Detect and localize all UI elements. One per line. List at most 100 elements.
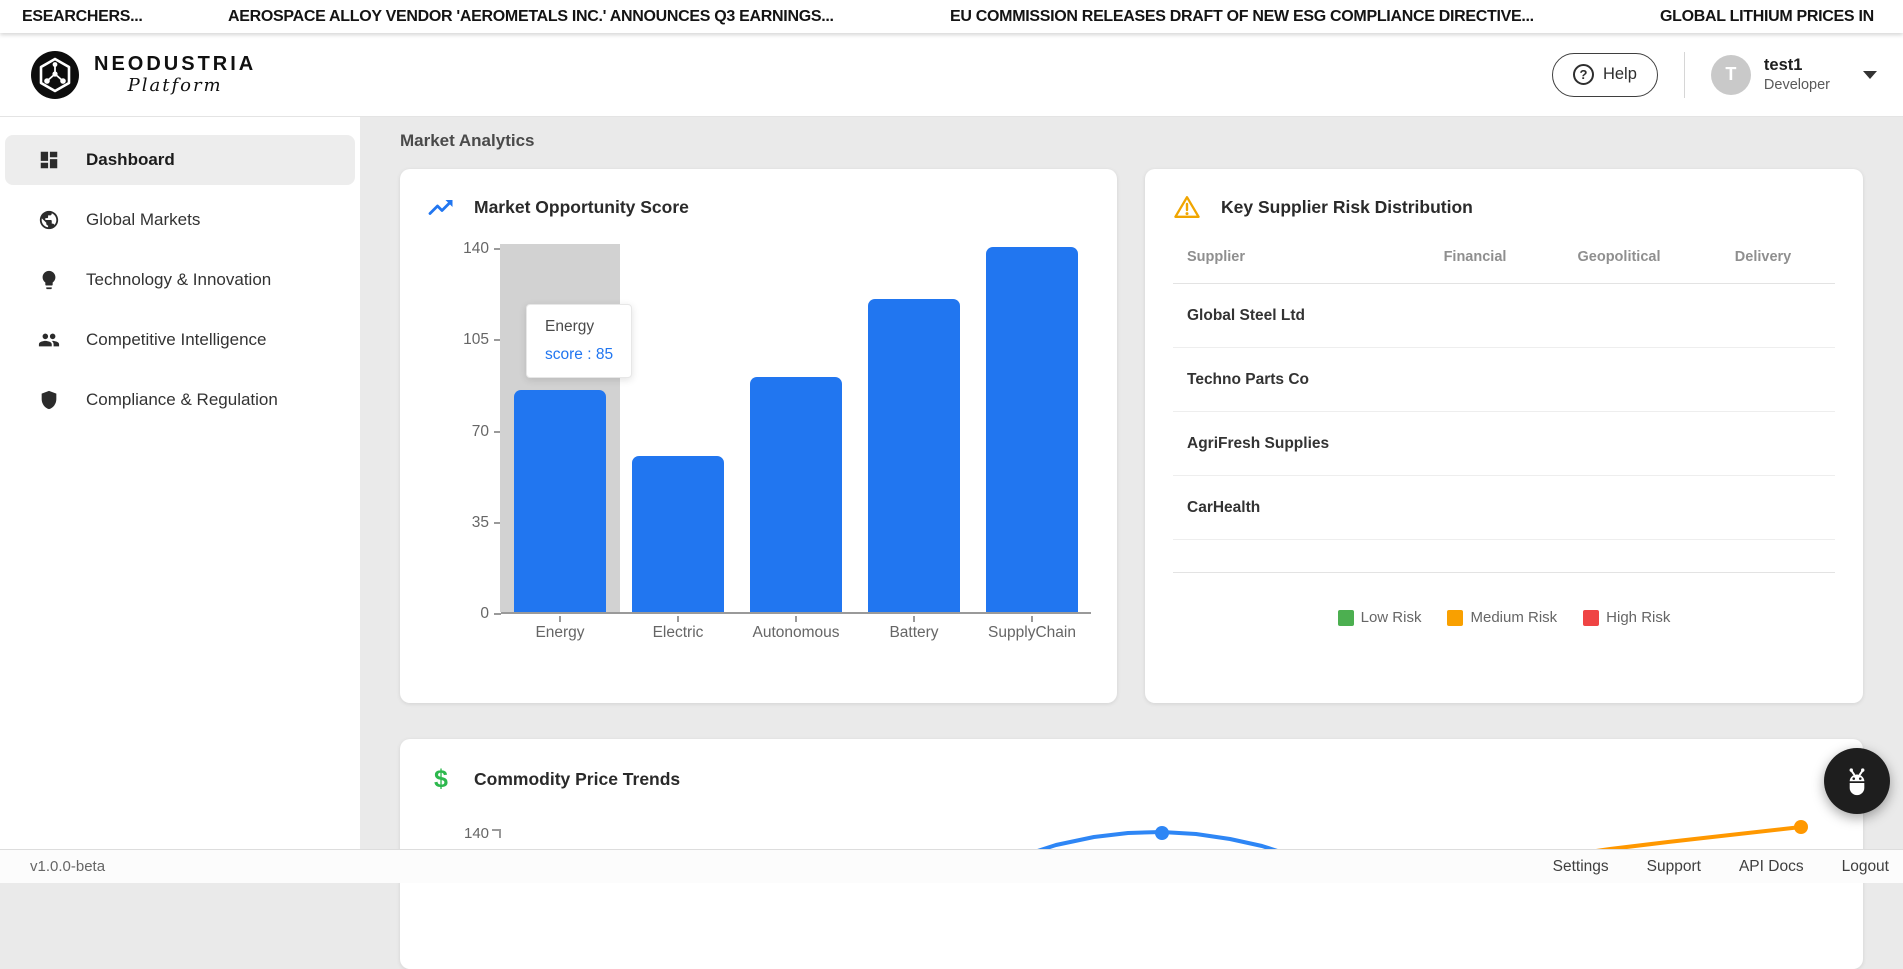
x-axis-tick-mark — [677, 616, 679, 622]
risk-column-header-delivery: Delivery — [1691, 249, 1835, 273]
table-row: CarHealth — [1173, 476, 1835, 540]
bar-supplychain[interactable] — [986, 247, 1078, 612]
people-icon — [38, 329, 60, 351]
sidebar: Dashboard Global Markets Technology & Inno… — [0, 117, 360, 849]
news-ticker: ESEARCHERS... AEROSPACE ALLOY VENDOR 'AER… — [0, 0, 1903, 33]
sidebar-item-label: Compliance & Regulation — [86, 390, 278, 410]
risk-table-header: SupplierFinancialGeopoliticalDelivery — [1173, 249, 1835, 273]
risk-table-body: Global Steel Ltd Techno Parts Co AgriFresh… — [1173, 284, 1835, 540]
bar-energy[interactable] — [514, 390, 606, 612]
risk-legend: Low Risk Medium Risk High Risk — [1173, 609, 1835, 626]
x-axis-tick-mark — [795, 616, 797, 622]
user-name: test1 — [1764, 56, 1830, 75]
risk-column-header-financial: Financial — [1403, 249, 1547, 273]
y-axis-tick-mark — [494, 613, 501, 615]
y-axis-tick-label: 0 — [480, 605, 489, 623]
footer-link-settings[interactable]: Settings — [1553, 858, 1609, 876]
legend-swatch — [1447, 610, 1463, 626]
market-opportunity-card: Market Opportunity Score 03570105140Ener… — [400, 169, 1117, 703]
help-button-label: Help — [1603, 65, 1637, 84]
footer-link-logout[interactable]: Logout — [1842, 858, 1889, 876]
y-axis-tick-label: 70 — [472, 423, 489, 441]
brand-logo-icon — [30, 50, 80, 100]
sidebar-item-label: Competitive Intelligence — [86, 330, 266, 350]
bar-battery[interactable] — [868, 299, 960, 612]
sidebar-item-dashboard[interactable]: Dashboard — [5, 135, 355, 185]
bar-chart: 03570105140EnergyElectricAutonomousBatte… — [428, 249, 1089, 659]
table-row: AgriFresh Supplies — [1173, 412, 1835, 476]
x-axis-label-energy: Energy — [501, 624, 619, 642]
risk-legend-divider — [1173, 572, 1835, 573]
table-row: Techno Parts Co — [1173, 348, 1835, 412]
brand-subtitle: Platform — [94, 75, 256, 96]
supplier-risk-card: Key Supplier Risk Distribution SupplierF… — [1145, 169, 1863, 703]
x-axis-label-autonomous: Autonomous — [737, 624, 855, 642]
chevron-down-icon — [1863, 71, 1877, 79]
data-point-series-1[interactable] — [1155, 826, 1169, 840]
sidebar-item-label: Dashboard — [86, 150, 175, 170]
user-role: Developer — [1764, 77, 1830, 93]
dashboard-icon — [38, 149, 60, 171]
brand-logo[interactable]: NEODUSTRIA Platform — [30, 50, 256, 100]
bar-electric[interactable] — [632, 456, 724, 612]
header-actions: ? Help T test1 Developer — [1552, 52, 1877, 98]
user-info: test1 Developer — [1764, 56, 1830, 93]
y-axis-tick-label: 35 — [472, 514, 489, 532]
x-axis-tick-mark — [1031, 616, 1033, 622]
legend-item-low-risk[interactable]: Low Risk — [1338, 609, 1422, 626]
app-header: NEODUSTRIA Platform ? Help T test1 Devel… — [0, 33, 1903, 117]
legend-label: Medium Risk — [1470, 609, 1557, 626]
tooltip-value: score : 85 — [545, 346, 613, 364]
footer-link-api-docs[interactable]: API Docs — [1739, 858, 1804, 876]
y-axis-tick-label: 140 — [463, 240, 489, 258]
footer: v1.0.0-beta Settings Support API Docs Logou… — [0, 849, 1903, 883]
bar-autonomous[interactable] — [750, 377, 842, 612]
robot-icon — [1839, 763, 1875, 799]
legend-item-medium-risk[interactable]: Medium Risk — [1447, 609, 1557, 626]
sidebar-item-technology-innovation[interactable]: Technology & Innovation — [5, 255, 355, 305]
brand-text: NEODUSTRIA Platform — [94, 53, 256, 96]
x-axis-label-supplychain: SupplyChain — [973, 624, 1091, 642]
legend-label: High Risk — [1606, 609, 1670, 626]
x-axis-label-battery: Battery — [855, 624, 973, 642]
footer-link-support[interactable]: Support — [1647, 858, 1701, 876]
table-row: Global Steel Ltd — [1173, 284, 1835, 348]
question-mark-icon: ? — [1573, 64, 1594, 85]
sidebar-item-global-markets[interactable]: Global Markets — [5, 195, 355, 245]
legend-swatch — [1583, 610, 1599, 626]
header-divider — [1684, 52, 1685, 98]
legend-item-high-risk[interactable]: High Risk — [1583, 609, 1670, 626]
ticker-item: EU COMMISSION RELEASES DRAFT OF NEW ESG … — [950, 8, 1534, 26]
supplier-name: Techno Parts Co — [1173, 371, 1403, 389]
lightbulb-icon — [38, 269, 60, 291]
main-content: Market Analytics Market Opportunity Scor… — [360, 117, 1903, 969]
supplier-name: Global Steel Ltd — [1173, 307, 1403, 325]
globe-icon — [38, 209, 60, 231]
user-menu[interactable]: T test1 Developer — [1711, 55, 1877, 95]
chart-tooltip: Energy score : 85 — [526, 304, 632, 378]
brand-name: NEODUSTRIA — [94, 53, 256, 76]
shield-icon — [38, 389, 60, 411]
ticker-item: ESEARCHERS... — [22, 8, 143, 26]
supplier-name: CarHealth — [1173, 499, 1403, 517]
ticker-item: AEROSPACE ALLOY VENDOR 'AEROMETALS INC.'… — [228, 8, 834, 26]
sidebar-item-competitive-intelligence[interactable]: Competitive Intelligence — [5, 315, 355, 365]
assistant-fab-button[interactable] — [1824, 748, 1890, 814]
y-axis-tick-label: 105 — [463, 331, 489, 349]
sidebar-item-label: Technology & Innovation — [86, 270, 271, 290]
tooltip-category: Energy — [545, 318, 613, 336]
x-axis-tick-mark — [913, 616, 915, 622]
avatar: T — [1711, 55, 1751, 95]
supplier-name: AgriFresh Supplies — [1173, 435, 1403, 453]
warning-icon — [1173, 194, 1201, 220]
legend-label: Low Risk — [1361, 609, 1422, 626]
sidebar-item-label: Global Markets — [86, 210, 200, 230]
x-axis-tick-mark — [559, 616, 561, 622]
help-button[interactable]: ? Help — [1552, 53, 1658, 97]
data-point-series-2[interactable] — [1794, 820, 1808, 834]
sidebar-item-compliance-regulation[interactable]: Compliance & Regulation — [5, 375, 355, 425]
page-title: Market Analytics — [400, 131, 1863, 151]
app-version: v1.0.0-beta — [30, 858, 105, 875]
footer-links: Settings Support API Docs Logout — [1553, 858, 1889, 876]
card-title-risk: Key Supplier Risk Distribution — [1221, 197, 1473, 218]
